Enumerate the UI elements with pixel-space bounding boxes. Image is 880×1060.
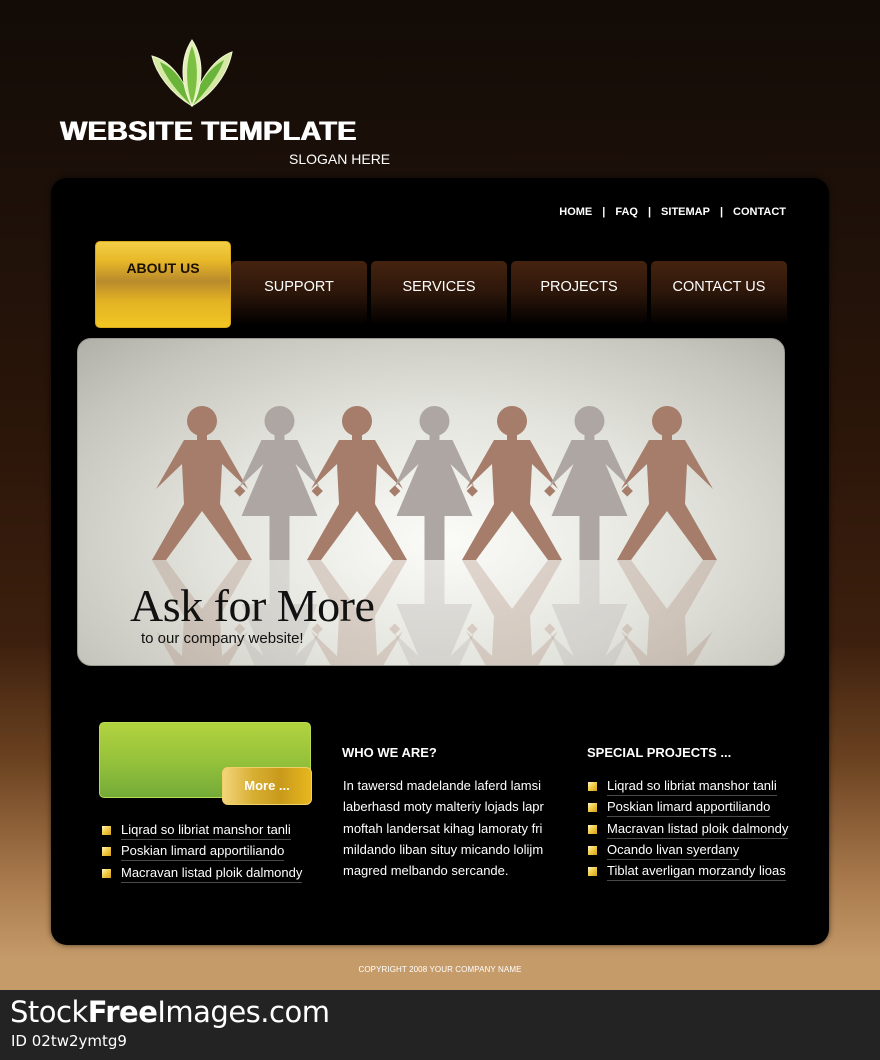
list-item: Liqrad so libriat manshor tanli — [588, 778, 788, 799]
text-line: mildando liban situy micando lolijm — [343, 841, 544, 857]
top-link-sitemap[interactable]: SITEMAP — [661, 206, 710, 218]
list-item: Macravan listad ploik dalmondy — [102, 865, 303, 886]
list-item-link[interactable]: Macravan listad ploik dalmondy — [607, 821, 789, 839]
joined-hands-icon — [311, 485, 323, 497]
special-projects-list: Liqrad so libriat manshor tanli Poskian … — [588, 778, 789, 884]
joined-hands-icon — [389, 623, 401, 635]
watermark-id: ID 02tw2ymtg9 — [11, 1032, 127, 1050]
who-we-are-heading: WHO WE ARE? — [342, 745, 437, 760]
text-line: magred melbando sercande. — [343, 863, 509, 879]
text-line: In tawersd madelande laferd lamsi — [343, 778, 541, 793]
joined-hands-icon — [466, 485, 478, 497]
female-figure-icon — [394, 406, 475, 560]
female-figure-icon — [549, 560, 630, 665]
joined-hands-icon — [234, 485, 246, 497]
bullet-icon — [102, 868, 111, 878]
more-button[interactable]: More ... — [222, 767, 312, 805]
who-we-are-text: In tawersd madelande laferd lamsi laberh… — [343, 775, 558, 881]
top-link-home[interactable]: HOME — [559, 206, 592, 218]
copyright: COPYRIGHT 2008 YOUR COMPANY NAME — [358, 965, 522, 974]
brand-part-bold: Free — [87, 995, 158, 1029]
leaf-logo-icon — [151, 39, 233, 108]
joined-hands-icon — [621, 623, 633, 635]
site-title: WEBSITE TEMPLATE — [60, 116, 357, 146]
hero-title: Ask for More — [130, 580, 375, 631]
brand-part: Stock — [10, 995, 88, 1029]
list-item-link[interactable]: Macravan listad ploik dalmondy — [121, 865, 303, 883]
list-item: Poskian limard apportiliando — [588, 799, 788, 820]
joined-hands-icon — [544, 623, 556, 635]
bullet-icon — [588, 845, 597, 855]
list-item-link[interactable]: Ocando livan syerdany — [607, 842, 740, 860]
list-item: Macravan listad ploik dalmondy — [588, 821, 789, 842]
slogan: SLOGAN HERE — [289, 151, 391, 167]
male-figure-icon — [617, 560, 717, 665]
female-figure-icon — [394, 560, 475, 665]
list-item-link[interactable]: Liqrad so libriat manshor tanli — [607, 778, 777, 796]
male-figure-icon — [307, 406, 407, 560]
hero-subtitle: to our company website! — [141, 630, 304, 647]
bullet-icon — [102, 847, 111, 857]
separator: | — [719, 206, 724, 218]
joined-hands-icon — [621, 485, 633, 497]
top-links: HOME | FAQ | SITEMAP | CONTACT — [559, 206, 786, 218]
bullet-icon — [588, 824, 597, 834]
separator: | — [602, 206, 606, 218]
figures-row — [152, 406, 717, 560]
top-link-faq[interactable]: FAQ — [615, 206, 638, 218]
list-item-link[interactable]: Tiblat averligan morzandy lioas — [607, 863, 786, 882]
text-line: moftah landersat kihag lamoraty fri — [343, 820, 543, 836]
hero-banner: Ask for More to our company website! — [77, 338, 785, 666]
separator: | — [647, 206, 652, 218]
list-item: Liqrad so libriat manshor tanli — [102, 822, 302, 843]
bullet-icon — [102, 826, 111, 835]
female-figure-icon — [239, 406, 320, 560]
list-item: Poskian limard apportiliando — [102, 843, 302, 864]
bullet-icon — [588, 782, 597, 791]
male-figure-icon — [152, 406, 252, 560]
list-item-link[interactable]: Poskian limard apportiliando — [121, 843, 285, 862]
male-figure-icon — [462, 406, 562, 560]
joined-hands-icon — [466, 623, 478, 635]
joined-hands-icon — [544, 485, 556, 497]
male-figure-icon — [462, 560, 562, 665]
brand-part: Images.com — [157, 995, 330, 1029]
nav-tab-about-us[interactable]: ABOUT US — [95, 241, 231, 328]
nav-tab-services[interactable]: SERVICES — [371, 261, 507, 325]
joined-hands-icon — [389, 485, 401, 497]
bullet-icon — [588, 803, 597, 813]
nav-tab-projects[interactable]: PROJECTS — [511, 261, 647, 325]
list-item: Tiblat averligan morzandy lioas — [588, 863, 788, 884]
nav-tab-support[interactable]: SUPPORT — [231, 261, 367, 325]
promo-list: Liqrad so libriat manshor tanli Poskian … — [102, 822, 303, 886]
special-projects-heading: SPECIAL PROJECTS ... — [587, 745, 732, 760]
list-item-link[interactable]: Liqrad so libriat manshor tanli — [121, 822, 291, 840]
female-figure-icon — [549, 406, 630, 560]
list-item-link[interactable]: Poskian limard apportiliando — [607, 799, 771, 818]
top-link-contact[interactable]: CONTACT — [733, 206, 786, 218]
watermark-brand: StockFreeImages.com — [10, 995, 330, 1029]
list-item: Ocando livan syerdany — [588, 842, 788, 863]
bullet-icon — [588, 867, 597, 877]
text-line: laberhasd moty malteriy lojads lapr — [343, 799, 544, 815]
nav-tab-contact-us[interactable]: CONTACT US — [651, 261, 787, 325]
male-figure-icon — [617, 406, 717, 560]
